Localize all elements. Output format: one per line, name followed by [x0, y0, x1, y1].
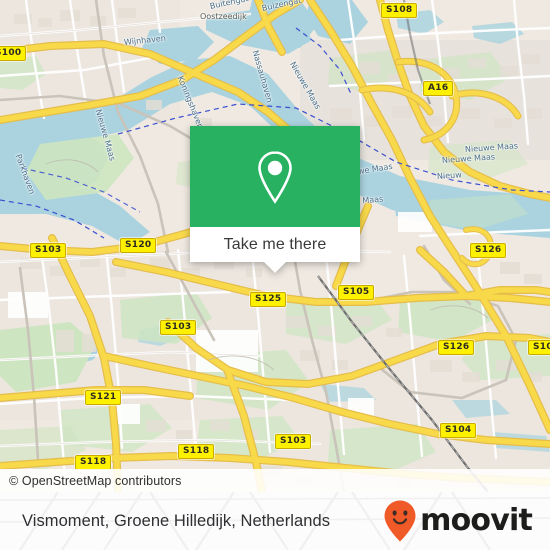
road-shield: S126: [470, 243, 507, 258]
road-shield: S100: [0, 46, 27, 61]
moovit-logo[interactable]: moovit: [383, 499, 533, 543]
osm-attribution-text[interactable]: © OpenStreetMap contributors: [0, 474, 182, 488]
moovit-smiley-pin-icon: [384, 500, 416, 542]
road-shield: S118: [75, 455, 112, 470]
moovit-wordmark: moovit: [420, 503, 533, 538]
road-shield: S105: [338, 285, 375, 300]
take-me-there-button[interactable]: Take me there: [190, 227, 360, 262]
location-popup-card[interactable]: Take me there: [190, 126, 360, 273]
page-title: Vismoment, Groene Hilledijk, Netherlands: [22, 511, 330, 530]
screenshot-root: .w{fill:#aad3df} .pk{fill:#cde5c0} .pk2{…: [0, 0, 550, 550]
take-me-there-label: Take me there: [223, 235, 327, 253]
road-shield: S108: [381, 3, 418, 18]
popup-icon-panel: [190, 126, 360, 227]
road-shield: S121: [85, 390, 122, 405]
road-shield: S103: [30, 243, 67, 258]
road-shield: S118: [178, 444, 215, 459]
road-shield: S103: [160, 320, 197, 335]
road-shield: S10: [528, 340, 550, 355]
map-pin-icon: [258, 150, 292, 204]
road-shield: S120: [120, 238, 157, 253]
road-shield: S104: [440, 423, 477, 438]
road-shield: A16: [423, 81, 454, 96]
road-shield: S103: [275, 434, 312, 449]
popup-pointer-tail: [264, 262, 286, 273]
road-shield: S125: [250, 292, 287, 307]
road-shield: S126: [438, 340, 475, 355]
footer-bar: Vismoment, Groene Hilledijk, Netherlands…: [0, 492, 550, 550]
map-attribution-bar: © OpenStreetMap contributors: [0, 469, 550, 492]
